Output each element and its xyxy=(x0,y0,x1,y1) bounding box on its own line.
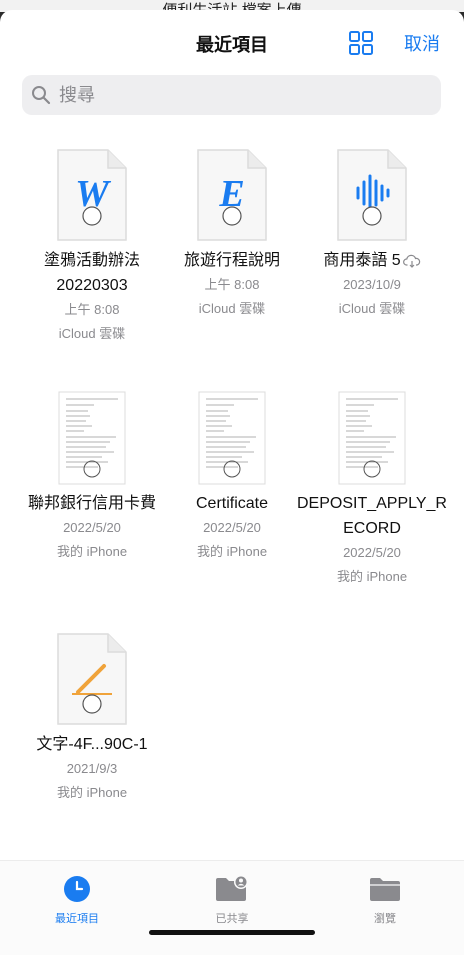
file-item[interactable]: Certificate 2022/5/20 我的 iPhone xyxy=(157,391,307,564)
search-icon xyxy=(32,86,51,105)
audio-document-icon xyxy=(337,149,407,241)
file-item[interactable]: 聯邦銀行信用卡費 2022/5/20 我的 iPhone xyxy=(17,391,167,564)
tab-browse[interactable]: 瀏覽 xyxy=(325,875,445,926)
tab-label: 最近項目 xyxy=(55,913,99,925)
file-location: iCloud 雲碟 xyxy=(58,326,126,341)
tab-label: 瀏覽 xyxy=(374,913,396,925)
file-date: 2022/5/20 xyxy=(343,545,401,560)
file-item[interactable]: 商用泰語 5 2023/10/9 iCloud 雲碟 xyxy=(297,148,447,321)
file-name: Certificate xyxy=(195,495,269,512)
file-date: 2023/10/9 xyxy=(343,277,401,292)
pdf-page-thumbnail xyxy=(198,391,266,485)
file-item[interactable]: 文字-4F...90C-1 2021/9/3 我的 iPhone xyxy=(17,632,167,805)
pdf-page-thumbnail xyxy=(58,391,126,485)
folder-icon xyxy=(370,878,400,901)
shared-folder-icon xyxy=(216,875,248,901)
file-item[interactable]: W 塗鴉活動辦法20220303 上午 8:08 iCloud 雲碟 xyxy=(17,148,167,346)
home-indicator[interactable] xyxy=(149,930,315,935)
file-picker-sheet: 最近項目 取消 W 塗鴉活動辦法20220303 xyxy=(0,10,464,955)
file-location: iCloud 雲碟 xyxy=(338,301,406,316)
file-location: 我的 iPhone xyxy=(196,544,268,559)
file-name: 商用泰語 5 xyxy=(297,248,447,273)
tab-shared[interactable]: 已共享 xyxy=(172,875,292,926)
tab-bar: 最近項目 已共享 瀏覽 xyxy=(0,860,464,955)
pages-document-icon xyxy=(57,633,127,725)
file-date: 上午 8:08 xyxy=(64,302,120,317)
navigation-bar: 最近項目 取消 xyxy=(0,10,464,70)
tab-label: 已共享 xyxy=(215,913,249,925)
file-name: 塗鴉活動辦法20220303 xyxy=(43,252,140,294)
file-name: 文字-4F...90C-1 xyxy=(36,736,148,753)
file-name: DEPOSIT_APPLY_RECORD xyxy=(297,495,447,537)
file-location: 我的 iPhone xyxy=(56,544,128,559)
tab-recents[interactable]: 最近項目 xyxy=(17,875,137,926)
file-location: 我的 iPhone xyxy=(336,569,408,584)
grid-view-button[interactable] xyxy=(348,30,374,56)
file-name: 聯邦銀行信用卡費 xyxy=(27,495,156,512)
search-input[interactable] xyxy=(57,83,421,107)
word-document-icon: W xyxy=(57,149,127,241)
file-name: 旅遊行程說明 xyxy=(183,252,280,269)
file-item[interactable]: DEPOSIT_APPLY_RECORD 2022/5/20 我的 iPhone xyxy=(297,391,447,589)
file-name-text: 商用泰語 5 xyxy=(323,252,401,269)
file-date: 上午 8:08 xyxy=(204,277,260,292)
file-location: iCloud 雲碟 xyxy=(198,301,266,316)
cancel-button[interactable]: 取消 xyxy=(404,30,440,56)
page-title: 最近項目 xyxy=(196,35,268,55)
file-date: 2022/5/20 xyxy=(63,520,121,535)
grid-icon xyxy=(349,31,373,55)
file-date: 2021/9/3 xyxy=(66,761,118,776)
pdf-page-thumbnail xyxy=(338,391,406,485)
clock-icon xyxy=(64,876,90,902)
file-item[interactable]: E 旅遊行程說明 上午 8:08 iCloud 雲碟 xyxy=(157,148,307,321)
search-bar[interactable] xyxy=(22,75,441,115)
file-location: 我的 iPhone xyxy=(56,785,128,800)
cloud-download-icon[interactable] xyxy=(402,254,421,268)
excel-document-icon: E xyxy=(197,149,267,241)
file-date: 2022/5/20 xyxy=(203,520,261,535)
